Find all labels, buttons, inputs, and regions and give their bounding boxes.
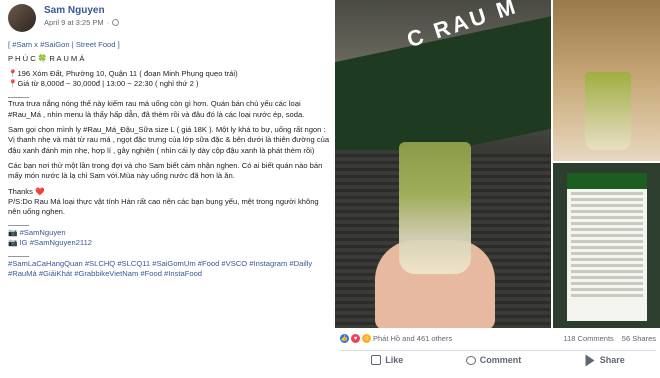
photo-top-right[interactable]	[553, 0, 660, 161]
post-text: [ #Sam x #SaiGon | Street Food ] P H Ú C…	[8, 40, 330, 279]
drink-cup	[399, 142, 471, 274]
menu-board	[567, 173, 647, 321]
post-line: _____	[8, 89, 30, 99]
reaction-icons[interactable]: 👍 ♥ ☺ Phát Hồ and 461 others	[340, 334, 452, 343]
post-line: Các bạn nơi thử một lần trong đợi và cho…	[8, 160, 325, 181]
photo-bottom-right[interactable]	[553, 163, 660, 328]
post-line: P H Ú C 🍀 R A U M Á	[8, 54, 85, 64]
post-line: _____	[8, 217, 30, 227]
reaction-count[interactable]: Phát Hồ and 461 others	[373, 334, 452, 343]
share-label: Share	[599, 355, 625, 365]
comment-count[interactable]: 118 Comments	[563, 334, 613, 343]
photo-grid: C RAU M	[335, 0, 660, 328]
like-icon	[371, 355, 382, 365]
comment-icon	[465, 355, 476, 365]
divider	[340, 350, 656, 351]
facebook-post: Sam Nguyen April 9 at 3:25 PM · [ #Sam x…	[0, 0, 660, 378]
post-line: Thanks ❤️	[8, 186, 45, 196]
share-button[interactable]: Share	[584, 354, 625, 366]
drink-cup	[585, 72, 631, 150]
post-line[interactable]: [ #Sam x #SaiGon | Street Food ]	[8, 40, 330, 50]
comment-label: Comment	[479, 355, 522, 365]
post-line: P/S:Do Rau Má loại thực vật tính Hàn rất…	[8, 196, 321, 217]
post-line: 📍196 Xóm Đất, Phường 10, Quận 11 ( đoạn …	[8, 68, 238, 78]
love-reaction-icon: ♥	[351, 334, 360, 343]
post-line: _____	[8, 248, 30, 258]
post-actions: 👍 ♥ ☺ Phát Hồ and 461 others 118 Comment…	[340, 330, 660, 378]
post-header: Sam Nguyen April 9 at 3:25 PM ·	[8, 4, 120, 32]
haha-reaction-icon: ☺	[362, 334, 371, 343]
globe-icon[interactable]	[112, 19, 120, 26]
post-line: Trưa trưa nắng nóng thế này kiếm rau má …	[8, 99, 305, 119]
action-buttons: Like Comment Share	[340, 354, 656, 366]
post-line[interactable]: 📷 IG #SamNguyen2112	[8, 238, 330, 248]
post-content: Sam Nguyen April 9 at 3:25 PM · [ #Sam x…	[0, 0, 334, 378]
hashtags[interactable]: #SamLaCaHangQuan #SLCHQ #SLCQ11 #SaiGomU…	[8, 259, 330, 280]
post-timestamp[interactable]: April 9 at 3:25 PM	[44, 17, 104, 28]
post-meta: April 9 at 3:25 PM ·	[44, 17, 120, 28]
like-reaction-icon: 👍	[340, 334, 349, 343]
share-count[interactable]: 56 Shares	[622, 334, 656, 343]
avatar[interactable]	[8, 4, 36, 32]
post-line: 📍Giá từ 8,000đ ~ 30,000đ | 13:00 ~ 22:30…	[8, 78, 199, 88]
photo-main[interactable]: C RAU M	[335, 0, 551, 328]
post-line: Sam gọi chọn mình ly #Rau_Má_Đậu_Sữa siz…	[8, 125, 332, 155]
comment-button[interactable]: Comment	[465, 355, 522, 365]
post-line[interactable]: 📷 #SamNguyen	[8, 228, 330, 238]
like-button[interactable]: Like	[371, 355, 403, 365]
like-label: Like	[385, 355, 404, 365]
author-name[interactable]: Sam Nguyen	[44, 4, 119, 17]
reaction-summary: 👍 ♥ ☺ Phát Hồ and 461 others 118 Comment…	[340, 334, 656, 343]
share-icon	[585, 354, 595, 366]
